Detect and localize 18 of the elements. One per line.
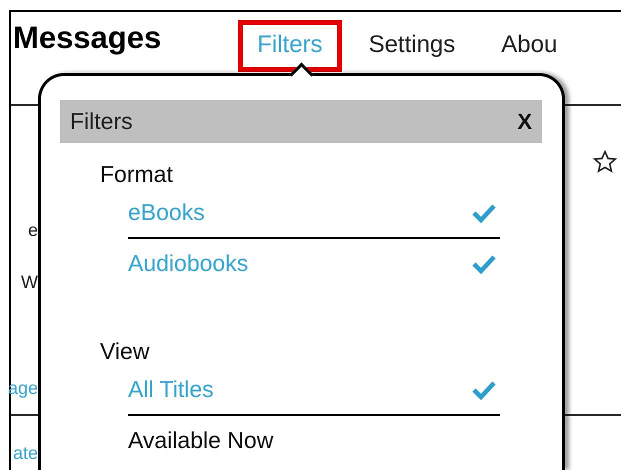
filter-option[interactable]: Audiobooks bbox=[128, 250, 248, 277]
nav-link[interactable]: Settings bbox=[350, 20, 474, 72]
filter-option[interactable]: All Titles bbox=[128, 376, 214, 403]
popup-title: Filters bbox=[70, 108, 133, 135]
text: W bbox=[21, 272, 38, 293]
check-icon bbox=[472, 380, 496, 400]
page-title: Messages bbox=[13, 20, 162, 56]
group-heading: Format bbox=[100, 161, 173, 188]
star-icon[interactable] bbox=[592, 149, 618, 175]
link[interactable]: ate bbox=[12, 443, 38, 464]
check-icon bbox=[472, 254, 496, 274]
check-icon bbox=[472, 202, 496, 222]
close-button[interactable]: X bbox=[517, 108, 532, 134]
filter-option[interactable]: eBooks bbox=[128, 199, 205, 226]
group-heading: View bbox=[100, 338, 150, 365]
text: e bbox=[28, 220, 38, 241]
nav-link[interactable]: Abou bbox=[482, 20, 576, 72]
filter-option[interactable]: Available Now bbox=[128, 427, 274, 454]
